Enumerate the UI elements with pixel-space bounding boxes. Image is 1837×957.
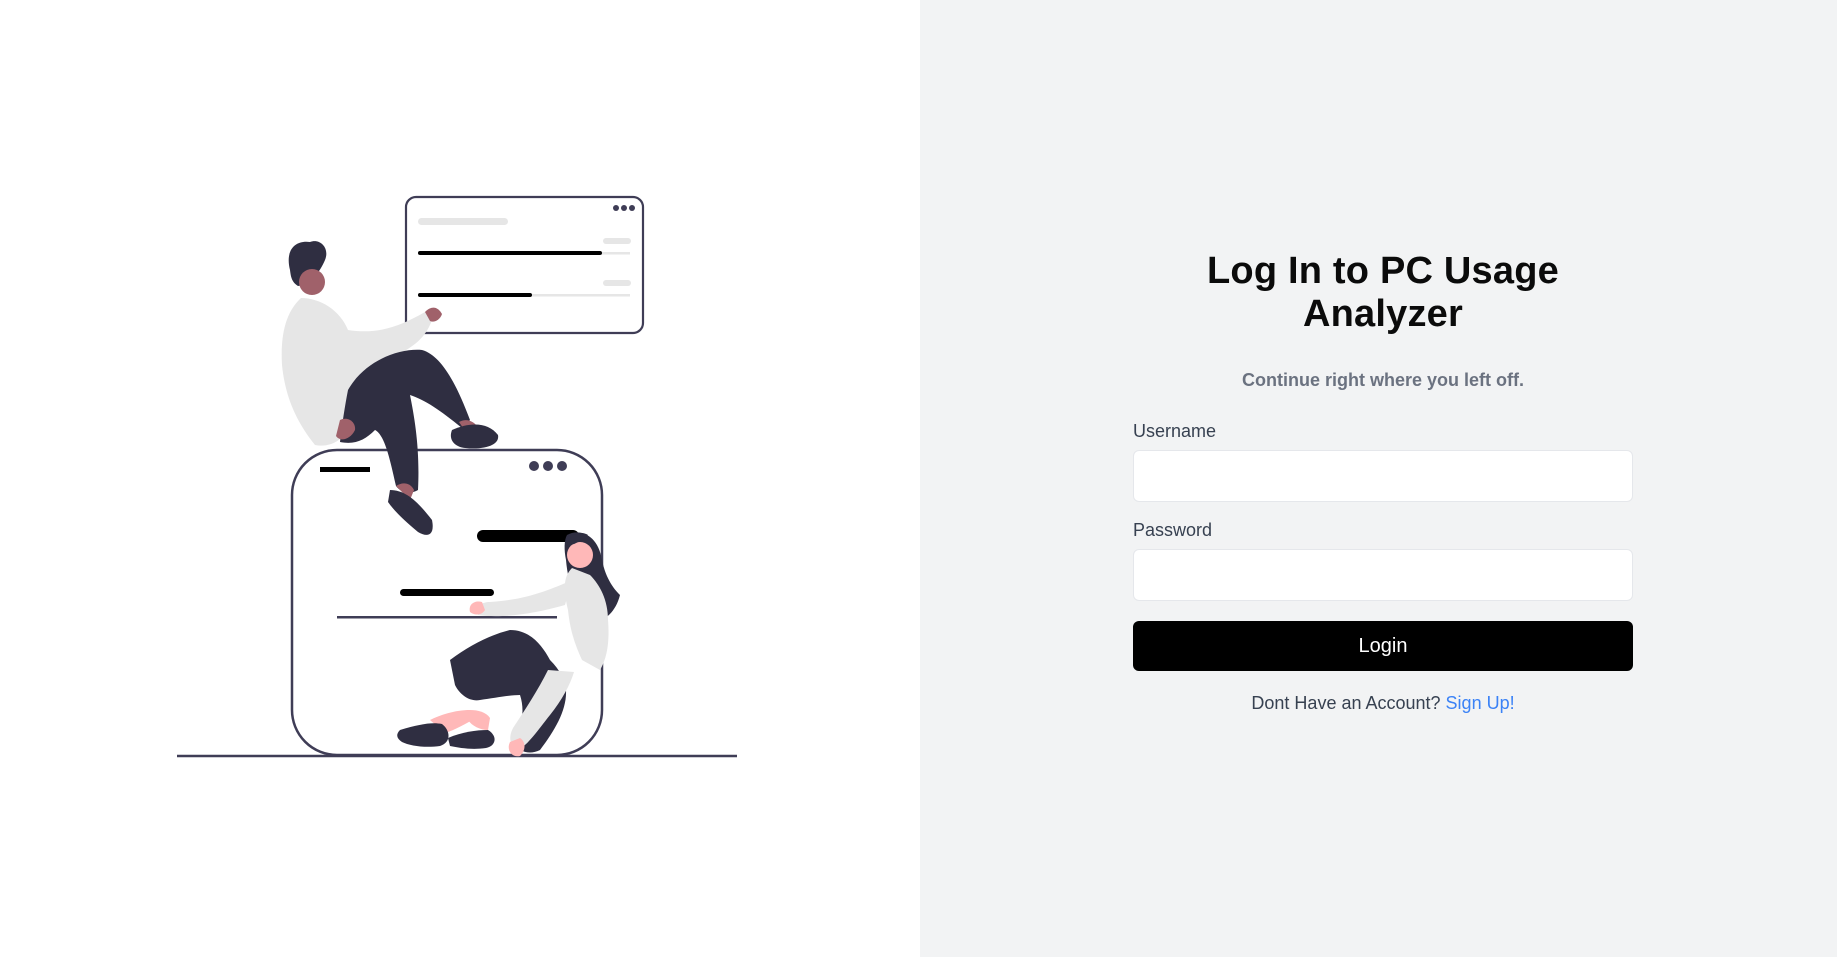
illustration-panel [0, 0, 920, 957]
login-button[interactable]: Login [1133, 621, 1633, 671]
login-form: Log In to PC Usage Analyzer Continue rig… [1133, 250, 1633, 714]
signup-row: Dont Have an Account? Sign Up! [1133, 693, 1633, 714]
page-subtitle: Continue right where you left off. [1242, 370, 1524, 390]
password-label: Password [1133, 520, 1213, 540]
login-page: Log In to PC Usage Analyzer Continue rig… [0, 0, 1837, 957]
username-input[interactable] [1133, 450, 1633, 502]
login-illustration [177, 195, 737, 758]
login-panel: Log In to PC Usage Analyzer Continue rig… [920, 0, 1837, 957]
password-input[interactable] [1133, 549, 1633, 601]
page-title: Log In to PC Usage Analyzer [1207, 250, 1559, 335]
username-label: Username [1133, 421, 1217, 441]
signup-link[interactable]: Sign Up! [1446, 693, 1515, 713]
signup-prompt: Dont Have an Account? [1251, 693, 1441, 713]
